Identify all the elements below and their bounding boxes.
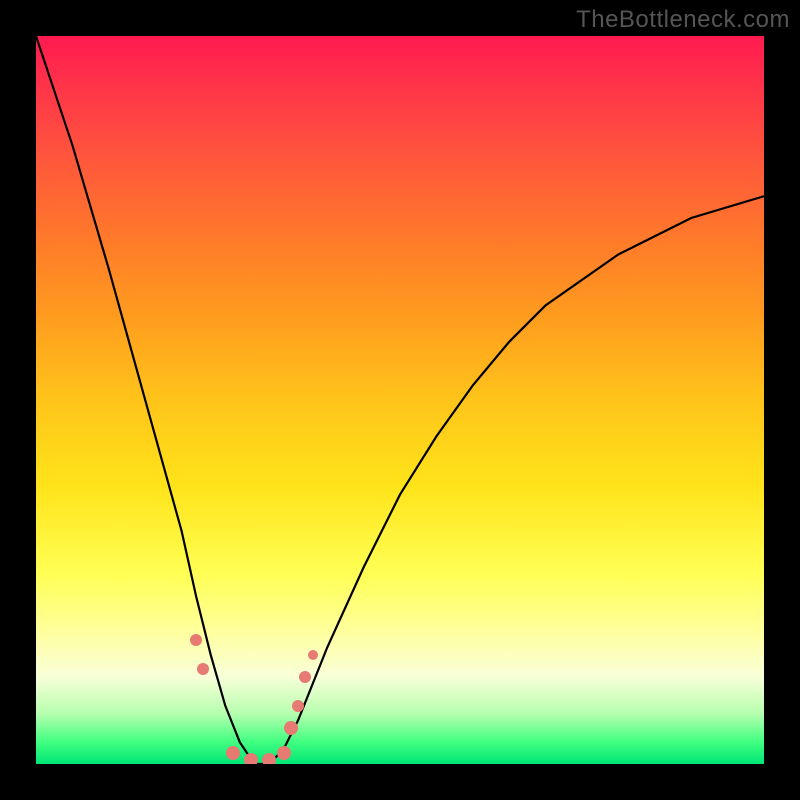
bead-marker [277, 746, 291, 760]
bead-marker [226, 746, 240, 760]
bead-marker [308, 650, 318, 660]
bead-marker [244, 753, 258, 764]
chart-frame: TheBottleneck.com [0, 0, 800, 800]
bead-marker [292, 700, 304, 712]
bead-marker [190, 634, 202, 646]
bead-marker [197, 663, 209, 675]
bead-markers [36, 36, 764, 764]
watermark-text: TheBottleneck.com [576, 6, 790, 34]
bead-marker [284, 721, 298, 735]
plot-area [36, 36, 764, 764]
bead-marker [299, 671, 311, 683]
bead-marker [262, 753, 276, 764]
